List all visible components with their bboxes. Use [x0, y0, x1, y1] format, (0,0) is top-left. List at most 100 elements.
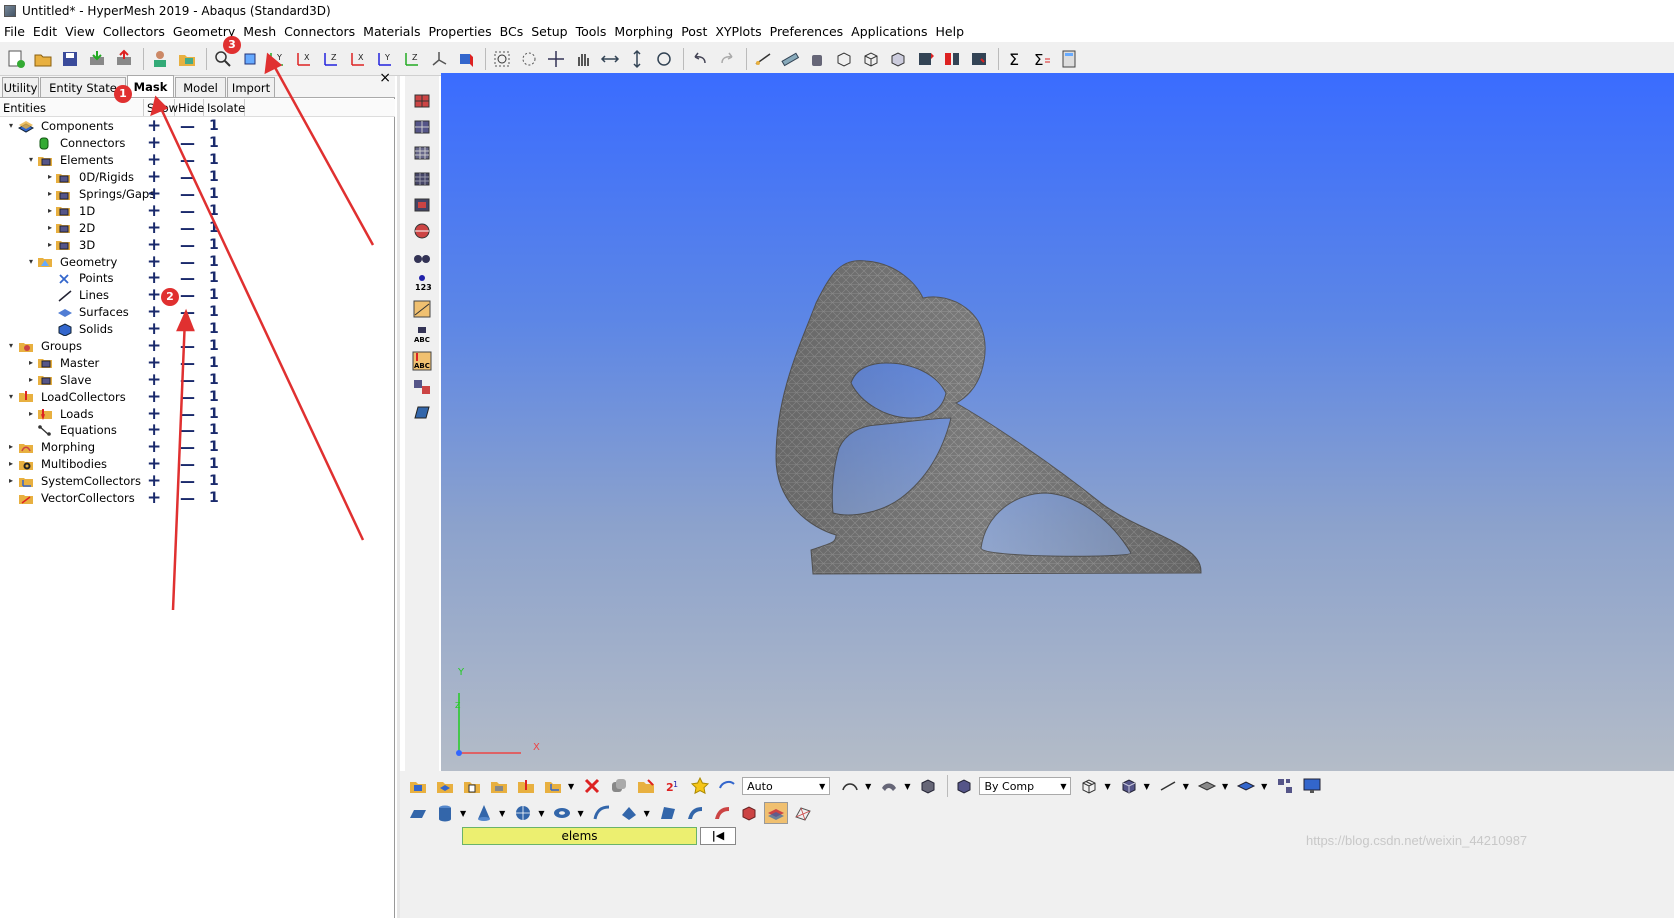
chevron-down-icon[interactable]: ▼ [460, 809, 466, 818]
redo-icon[interactable] [715, 47, 739, 71]
tree-row-geometry[interactable]: ▾ Geometry + —1 [0, 252, 395, 272]
export-icon[interactable] [112, 47, 136, 71]
hide-button[interactable]: — [180, 438, 195, 456]
isolate-button[interactable]: 1 [209, 456, 219, 472]
column-hide[interactable]: Hide [175, 99, 204, 116]
isolate-button[interactable]: 1 [209, 473, 219, 489]
chevron-down-icon[interactable]: ▼ [1183, 782, 1189, 791]
isolate-button[interactable]: 1 [209, 338, 219, 354]
curve-display-icon[interactable] [838, 775, 862, 797]
hide-button[interactable]: — [180, 421, 195, 439]
chevron-down-icon[interactable]: ▼ [904, 782, 910, 791]
isolate-button[interactable]: 1 [209, 237, 219, 253]
hide-button[interactable]: — [180, 219, 195, 237]
expand-arrow-icon[interactable]: ▸ [46, 206, 54, 215]
hide-button[interactable]: — [180, 472, 195, 490]
isolate-button[interactable]: 1 [209, 321, 219, 337]
tree-row-morphing[interactable]: ▸ Morphing + —1 [0, 437, 395, 457]
chevron-down-icon[interactable]: ▼ [1261, 782, 1267, 791]
chevron-down-icon[interactable]: ▼ [865, 782, 871, 791]
column-isolate[interactable]: Isolate [204, 99, 245, 116]
hide-button[interactable]: — [180, 134, 195, 152]
view-perspective-icon[interactable] [454, 47, 478, 71]
layers-active-icon[interactable] [763, 802, 788, 824]
surface-display-icon[interactable] [877, 775, 901, 797]
element-flag-icon[interactable] [913, 47, 937, 71]
tree-row-0d-rigids[interactable]: ▸ 0D/Rigids + —1 [0, 167, 395, 187]
torus-icon[interactable] [550, 802, 574, 824]
tree-row-vectorcollectors[interactable]: VectorCollectors + — 1 [0, 488, 395, 508]
pan-horizontal-icon[interactable] [598, 47, 622, 71]
chevron-down-icon[interactable]: ▼ [568, 782, 574, 791]
mass-icon[interactable] [805, 47, 829, 71]
hide-button[interactable]: — [180, 253, 195, 271]
expand-arrow-icon[interactable]: ▸ [46, 240, 54, 249]
mesh-view-icon[interactable] [410, 90, 434, 112]
color-mode-dropdown[interactable]: By Comp ▼ [979, 777, 1072, 795]
menu-post[interactable]: Post [679, 24, 713, 39]
menu-setup[interactable]: Setup [529, 24, 573, 39]
menu-applications[interactable]: Applications [849, 24, 933, 39]
model-folder-icon[interactable] [175, 47, 199, 71]
tree-row-elements[interactable]: ▾ Elements + —1 [0, 150, 395, 170]
hide-button[interactable]: — [180, 117, 195, 135]
entity-selector-field[interactable]: elems [462, 827, 697, 845]
collapse-arrow-icon[interactable]: ▾ [27, 156, 35, 164]
explode-icon[interactable] [1273, 775, 1297, 797]
isolate-button[interactable]: 1 [209, 389, 219, 405]
expand-arrow-icon[interactable]: ▸ [27, 375, 35, 384]
menu-tools[interactable]: Tools [574, 24, 613, 39]
isolate-button[interactable]: 1 [209, 304, 219, 320]
hide-button[interactable]: — [180, 371, 195, 389]
hide-button[interactable]: — [180, 320, 195, 338]
isolate-button[interactable]: 1 [209, 203, 219, 219]
menu-preferences[interactable]: Preferences [768, 24, 850, 39]
expand-arrow-icon[interactable]: ▸ [27, 409, 35, 418]
tree-row-lines[interactable]: Lines + —1 [0, 285, 395, 305]
layers-folder-icon[interactable] [433, 775, 457, 797]
hide-button[interactable]: — [180, 185, 195, 203]
cylinder-icon[interactable] [433, 802, 457, 824]
undo-icon[interactable] [688, 47, 712, 71]
collapse-arrow-icon[interactable]: ▾ [7, 122, 15, 130]
components-folder-icon[interactable] [406, 775, 430, 797]
tab-import[interactable]: Import [227, 77, 275, 97]
close-icon[interactable]: × [379, 70, 391, 86]
hide-button[interactable]: — [180, 151, 195, 169]
tree-row-springs-gaps[interactable]: ▸ Springs/Gaps + —1 [0, 184, 395, 204]
tree-row-2d[interactable]: ▸ 2D + —1 [0, 218, 395, 238]
cone-icon[interactable] [472, 802, 496, 824]
duplicate-icon[interactable] [607, 775, 631, 797]
isolate-button[interactable]: 1 [209, 422, 219, 438]
menu-view[interactable]: View [63, 24, 101, 39]
solid-display-icon[interactable] [916, 775, 940, 797]
surface-offset-icon[interactable] [683, 802, 707, 824]
label-abc-icon[interactable]: ABC [410, 324, 434, 346]
expand-arrow-icon[interactable]: ▸ [46, 223, 54, 232]
pan-hand-icon[interactable] [571, 47, 595, 71]
hide-button[interactable]: — [180, 269, 195, 287]
collapse-arrow-icon[interactable]: ▾ [27, 257, 35, 266]
tree-row-solids[interactable]: Solids + —1 [0, 319, 395, 339]
hide-button[interactable]: — [180, 168, 195, 186]
mesh-red-icon[interactable] [410, 194, 434, 216]
sphere-icon[interactable] [511, 802, 535, 824]
collapse-arrow-icon[interactable]: ▾ [7, 392, 15, 401]
view-iso-icon[interactable] [427, 47, 451, 71]
tab-utility[interactable]: Utility [2, 77, 39, 97]
isolate-button[interactable]: 1 [209, 490, 219, 506]
box-shaded-icon[interactable] [886, 47, 910, 71]
tree-row-master[interactable]: ▸ Master + —1 [0, 353, 395, 373]
rotate-icon[interactable] [652, 47, 676, 71]
tree-row-loads[interactable]: ▸ Loads + —1 [0, 404, 395, 424]
menu-morphing[interactable]: Morphing [612, 24, 679, 39]
mesh-quality-icon[interactable] [791, 802, 815, 824]
hide-button[interactable]: — [180, 354, 195, 372]
delete-icon[interactable] [580, 775, 604, 797]
selection-mode-icon[interactable] [715, 775, 739, 797]
surface-blue-icon[interactable] [1234, 775, 1258, 797]
tree-row-surfaces[interactable]: Surfaces + —1 [0, 302, 395, 322]
isolate-button[interactable]: 1 [209, 220, 219, 236]
chevron-down-icon[interactable]: ▼ [1144, 782, 1150, 791]
menu-collectors[interactable]: Collectors [101, 24, 171, 39]
